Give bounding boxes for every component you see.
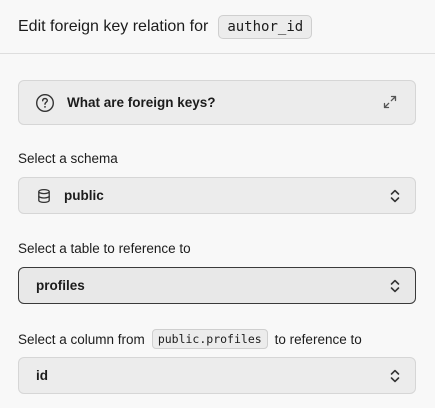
chevron-up-down-icon [388,278,402,294]
foreign-key-panel: Edit foreign key relation for author_id … [0,0,435,408]
schema-select[interactable]: public [18,177,416,214]
schema-label-text: Select a schema [18,151,118,166]
schema-label: Select a schema [18,151,118,166]
column-select-value: id [36,368,48,383]
panel-header: Edit foreign key relation for author_id [0,0,435,54]
table-select[interactable]: profiles [18,267,416,304]
expand-icon [383,95,397,109]
table-label-text: Select a table to reference to [18,241,191,256]
chevron-up-down-icon [388,188,402,204]
chevron-up-down-icon [388,368,402,384]
column-select[interactable]: id [18,357,416,394]
column-name-chip: author_id [218,14,313,39]
panel-title: Edit foreign key relation for [18,17,209,35]
database-icon [36,188,52,204]
column-label-suffix: to reference to [274,331,362,347]
foreign-keys-info-toggle[interactable]: What are foreign keys? [18,80,416,125]
question-circle-icon [35,93,55,113]
table-label: Select a table to reference to [18,241,191,256]
column-label: Select a column from public.profiles to … [18,329,362,349]
table-reference-chip: public.profiles [151,329,268,349]
schema-select-value: public [64,188,104,203]
column-label-prefix: Select a column from [18,331,145,347]
table-select-value: profiles [36,278,85,293]
foreign-keys-info-label: What are foreign keys? [67,95,216,110]
